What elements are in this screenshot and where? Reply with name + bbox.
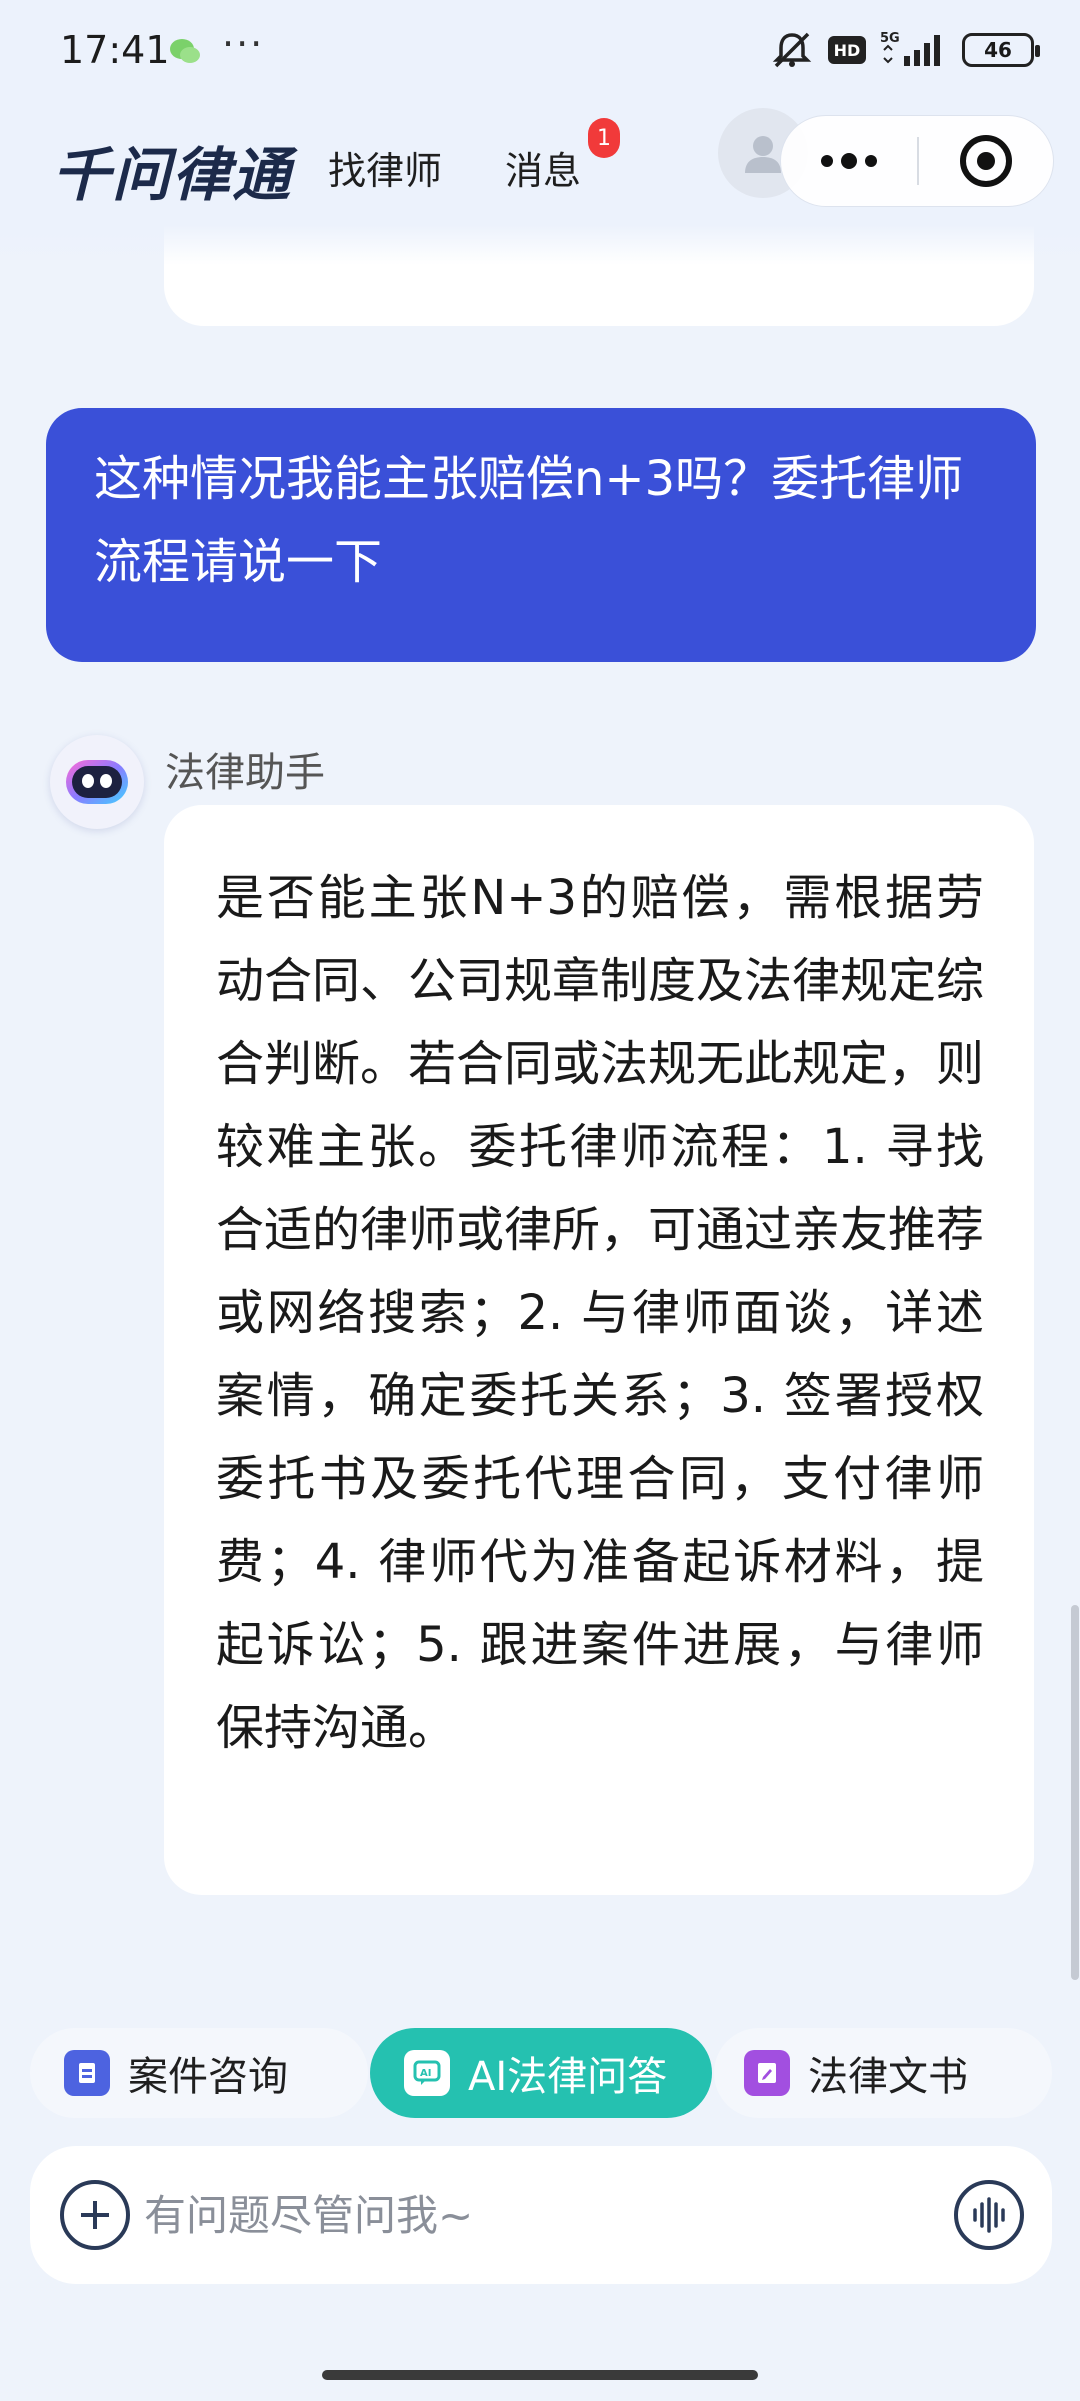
tab-case-label: 案件咨询 [128, 2054, 288, 2100]
tab-case-consult[interactable]: 案件咨询 [30, 2028, 368, 2118]
battery-level: 46 [984, 38, 1012, 62]
signal-icon: 5G [880, 31, 940, 66]
assistant-message-text: 是否能主张N+3的赔偿，需根据劳动合同、公司规章制度及法律规定综合判断。若合同或… [216, 870, 985, 1756]
more-dot-icon [821, 155, 833, 167]
app-header: 千问律通 找律师 消息 1 [0, 100, 1080, 225]
svg-text:5G: 5G [880, 31, 900, 46]
add-attachment-button[interactable] [60, 2180, 130, 2250]
assistant-name: 法律助手 [165, 750, 325, 796]
tab-ai-legal-qa[interactable]: AI AI法律问答 [370, 2028, 712, 2118]
battery-icon: 46 [962, 33, 1040, 67]
ai-chat-icon: AI [404, 2050, 450, 2096]
voice-input-button[interactable] [954, 2180, 1024, 2250]
status-bar: 17:41 ··· HD 5G 46 [0, 0, 1080, 100]
voice-wave-icon [973, 2197, 1005, 2233]
home-indicator[interactable] [322, 2370, 758, 2380]
more-dot-icon [865, 155, 877, 167]
status-more-dots: ··· [222, 22, 265, 66]
svg-text:AI: AI [420, 2068, 431, 2079]
target-icon [960, 135, 1012, 187]
chat-top-fade [0, 225, 1080, 265]
assistant-message-bubble: 是否能主张N+3的赔偿，需根据劳动合同、公司规章制度及法律规定综合判断。若合同或… [164, 805, 1034, 1895]
status-time: 17:41 [60, 28, 170, 72]
robot-icon [66, 760, 128, 804]
status-indicators: HD 5G 46 [770, 30, 1040, 70]
nav-find-lawyer[interactable]: 找律师 [328, 140, 442, 195]
message-input-bar [30, 2146, 1052, 2284]
document-icon [64, 2050, 110, 2096]
chat-scrollbar[interactable] [1071, 1605, 1079, 1980]
bell-muted-icon [772, 32, 812, 68]
hd-badge: HD [828, 36, 866, 64]
miniprogram-capsule [780, 115, 1054, 207]
user-icon [745, 136, 781, 173]
assistant-avatar [50, 735, 144, 829]
message-input[interactable] [144, 2180, 924, 2250]
brand-logo[interactable]: 千问律通 [52, 128, 292, 212]
close-miniprogram-button[interactable] [919, 135, 1053, 187]
more-dot-icon [841, 153, 857, 169]
message-badge: 1 [588, 118, 620, 158]
plus-icon [81, 2201, 109, 2229]
tab-doc-label: 法律文书 [808, 2054, 968, 2100]
tab-ai-label: AI法律问答 [468, 2054, 668, 2100]
nav-messages[interactable]: 消息 [505, 140, 581, 195]
user-message-bubble: 这种情况我能主张赔偿n+3吗？委托律师流程请说一下 [46, 408, 1036, 662]
wechat-icon [170, 39, 200, 63]
more-button[interactable] [781, 116, 917, 206]
feature-tabs: 案件咨询 AI AI法律问答 法律文书 [0, 2020, 1080, 2120]
tab-legal-documents[interactable]: 法律文书 [714, 2028, 1052, 2118]
edit-document-icon [744, 2050, 790, 2096]
